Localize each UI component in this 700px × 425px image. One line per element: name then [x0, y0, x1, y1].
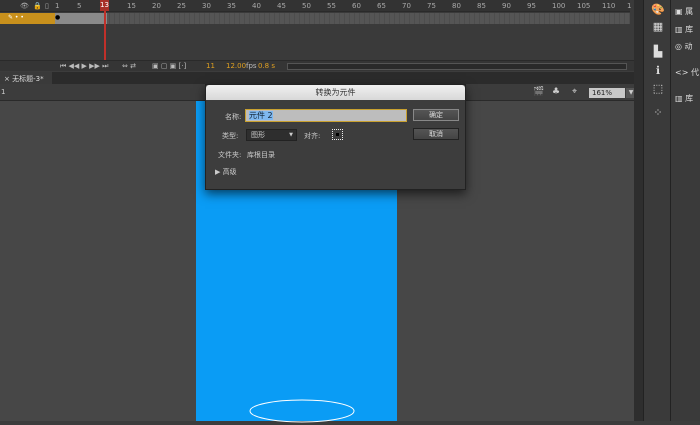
- registration-grid[interactable]: [332, 129, 343, 140]
- lock-icon[interactable]: 🔒: [33, 2, 42, 10]
- pencil-icon: ✎ • •: [8, 14, 24, 21]
- playback-controls-icon[interactable]: ⏮ ◀◀ ▶ ▶▶ ⏭: [60, 62, 108, 71]
- keyframe-span[interactable]: ●: [55, 13, 107, 24]
- cancel-button[interactable]: 取消: [413, 128, 459, 140]
- align-label: 对齐:: [304, 132, 321, 140]
- folder-link[interactable]: 库根目录: [247, 150, 275, 160]
- document-tabs: [0, 72, 643, 84]
- ruler-tick: 55: [327, 2, 336, 10]
- triangle-right-icon: ▶: [215, 168, 221, 176]
- folder-label: 文件夹:: [218, 151, 242, 159]
- timeline-panel: 👁 🔒 ▯ 1 5 15 20 25 30 35 40 45 50 55 60 65 70 75 80 85 90…: [0, 0, 643, 71]
- loop-icon[interactable]: ⇔ ⇄: [122, 62, 136, 70]
- ruler-tick: 45: [277, 2, 286, 10]
- eye-icon[interactable]: 👁: [20, 2, 29, 10]
- advanced-toggle[interactable]: ▶ 高级: [215, 167, 237, 177]
- motion-path-icon[interactable]: ⁘: [651, 106, 665, 120]
- clapper-icon[interactable]: 🎬: [533, 87, 544, 97]
- ruler-tick: 85: [477, 2, 486, 10]
- ruler-tick: 20: [152, 2, 161, 10]
- symbol-icon[interactable]: ♣: [552, 87, 560, 97]
- ruler-tick: 5: [77, 2, 82, 10]
- motion-presets-item[interactable]: ◎ 动: [675, 41, 693, 52]
- dialog-title[interactable]: 转换为元件: [206, 85, 465, 100]
- ruler-tick: 15: [127, 2, 136, 10]
- ruler-tick: 40: [252, 2, 261, 10]
- library-item-2[interactable]: ▥ 库: [675, 93, 693, 104]
- info-icon[interactable]: ℹ: [651, 64, 665, 78]
- type-select[interactable]: 图形 ▼: [246, 129, 297, 141]
- ruler-tick: 90: [502, 2, 511, 10]
- ruler-tick: 50: [302, 2, 311, 10]
- ruler-tick: 75: [427, 2, 436, 10]
- ruler-tick: 1: [55, 2, 60, 10]
- timeline-controls: ⏮ ◀◀ ▶ ▶▶ ⏭ ⇔ ⇄ ▣ ▢ ▣ [·] 11 12.00 fps 0…: [0, 60, 643, 71]
- zoom-input[interactable]: 161%: [589, 88, 625, 98]
- ruler-tick: 35: [227, 2, 236, 10]
- fps-value[interactable]: 12.00: [226, 62, 246, 70]
- timeline-hscroll[interactable]: [287, 63, 627, 70]
- ruler-tick: 25: [177, 2, 186, 10]
- type-label: 类型:: [222, 132, 239, 140]
- swatches-icon[interactable]: ▦: [651, 20, 665, 34]
- chevron-down-icon: ▼: [289, 132, 293, 138]
- fps-unit: fps: [246, 62, 257, 70]
- layer-row[interactable]: ✎ • •: [0, 13, 55, 24]
- align-icon[interactable]: ▙: [651, 45, 665, 59]
- properties-item[interactable]: ▣ 属: [675, 6, 693, 17]
- frame-grid[interactable]: [55, 13, 630, 24]
- name-label: 名称:: [225, 113, 242, 121]
- center-stage-icon[interactable]: ⌖: [572, 87, 577, 97]
- elapsed-time[interactable]: 0.8 s: [258, 62, 275, 70]
- onion-skin-icon[interactable]: ▣ ▢ ▣ [·]: [152, 62, 186, 70]
- ruler-tick: 95: [527, 2, 536, 10]
- outline-icon[interactable]: ▯: [45, 2, 49, 10]
- ruler-tick: 100: [552, 2, 566, 10]
- ruler-tick: 65: [377, 2, 386, 10]
- timeline-ruler[interactable]: 👁 🔒 ▯ 1 5 15 20 25 30 35 40 45 50 55 60 65 70 75 80 85 90…: [0, 0, 632, 12]
- ruler-tick: 60: [352, 2, 361, 10]
- vertical-scrollbar[interactable]: [634, 0, 643, 421]
- convert-to-symbol-dialog: 转换为元件 名称: 元件 2 确定 取消 类型: 图形 ▼ 对齐: 文件夹: 库根…: [205, 84, 466, 190]
- current-frame[interactable]: 11: [206, 62, 215, 70]
- tab-label: 无标题-3*: [12, 75, 44, 83]
- document-tab[interactable]: × 无标题-3*: [0, 72, 52, 84]
- panel-icon-column: 🎨 ▦ ▙ ℹ ⬚ ⁘: [643, 0, 670, 421]
- right-panel: ▣ 属 ▥ 库 ◎ 动 <> 代 ▥ 库: [670, 0, 700, 421]
- ruler-tick: 1: [627, 2, 632, 10]
- ok-button[interactable]: 确定: [413, 109, 459, 121]
- ruler-tick: 105: [577, 2, 591, 10]
- ruler-tick: 80: [452, 2, 461, 10]
- scene-label[interactable]: 1: [1, 88, 5, 96]
- name-input[interactable]: 元件 2: [245, 109, 407, 122]
- library-item[interactable]: ▥ 库: [675, 24, 693, 35]
- playhead-frame-label[interactable]: 13: [100, 0, 109, 11]
- ruler-tick: 70: [402, 2, 411, 10]
- transform-icon[interactable]: ⬚: [651, 82, 665, 96]
- color-icon[interactable]: 🎨: [651, 3, 665, 17]
- code-snippets-item[interactable]: <> 代: [675, 67, 699, 78]
- tab-close-icon[interactable]: ×: [4, 75, 10, 83]
- ruler-tick: 30: [202, 2, 211, 10]
- ruler-tick: 110: [602, 2, 616, 10]
